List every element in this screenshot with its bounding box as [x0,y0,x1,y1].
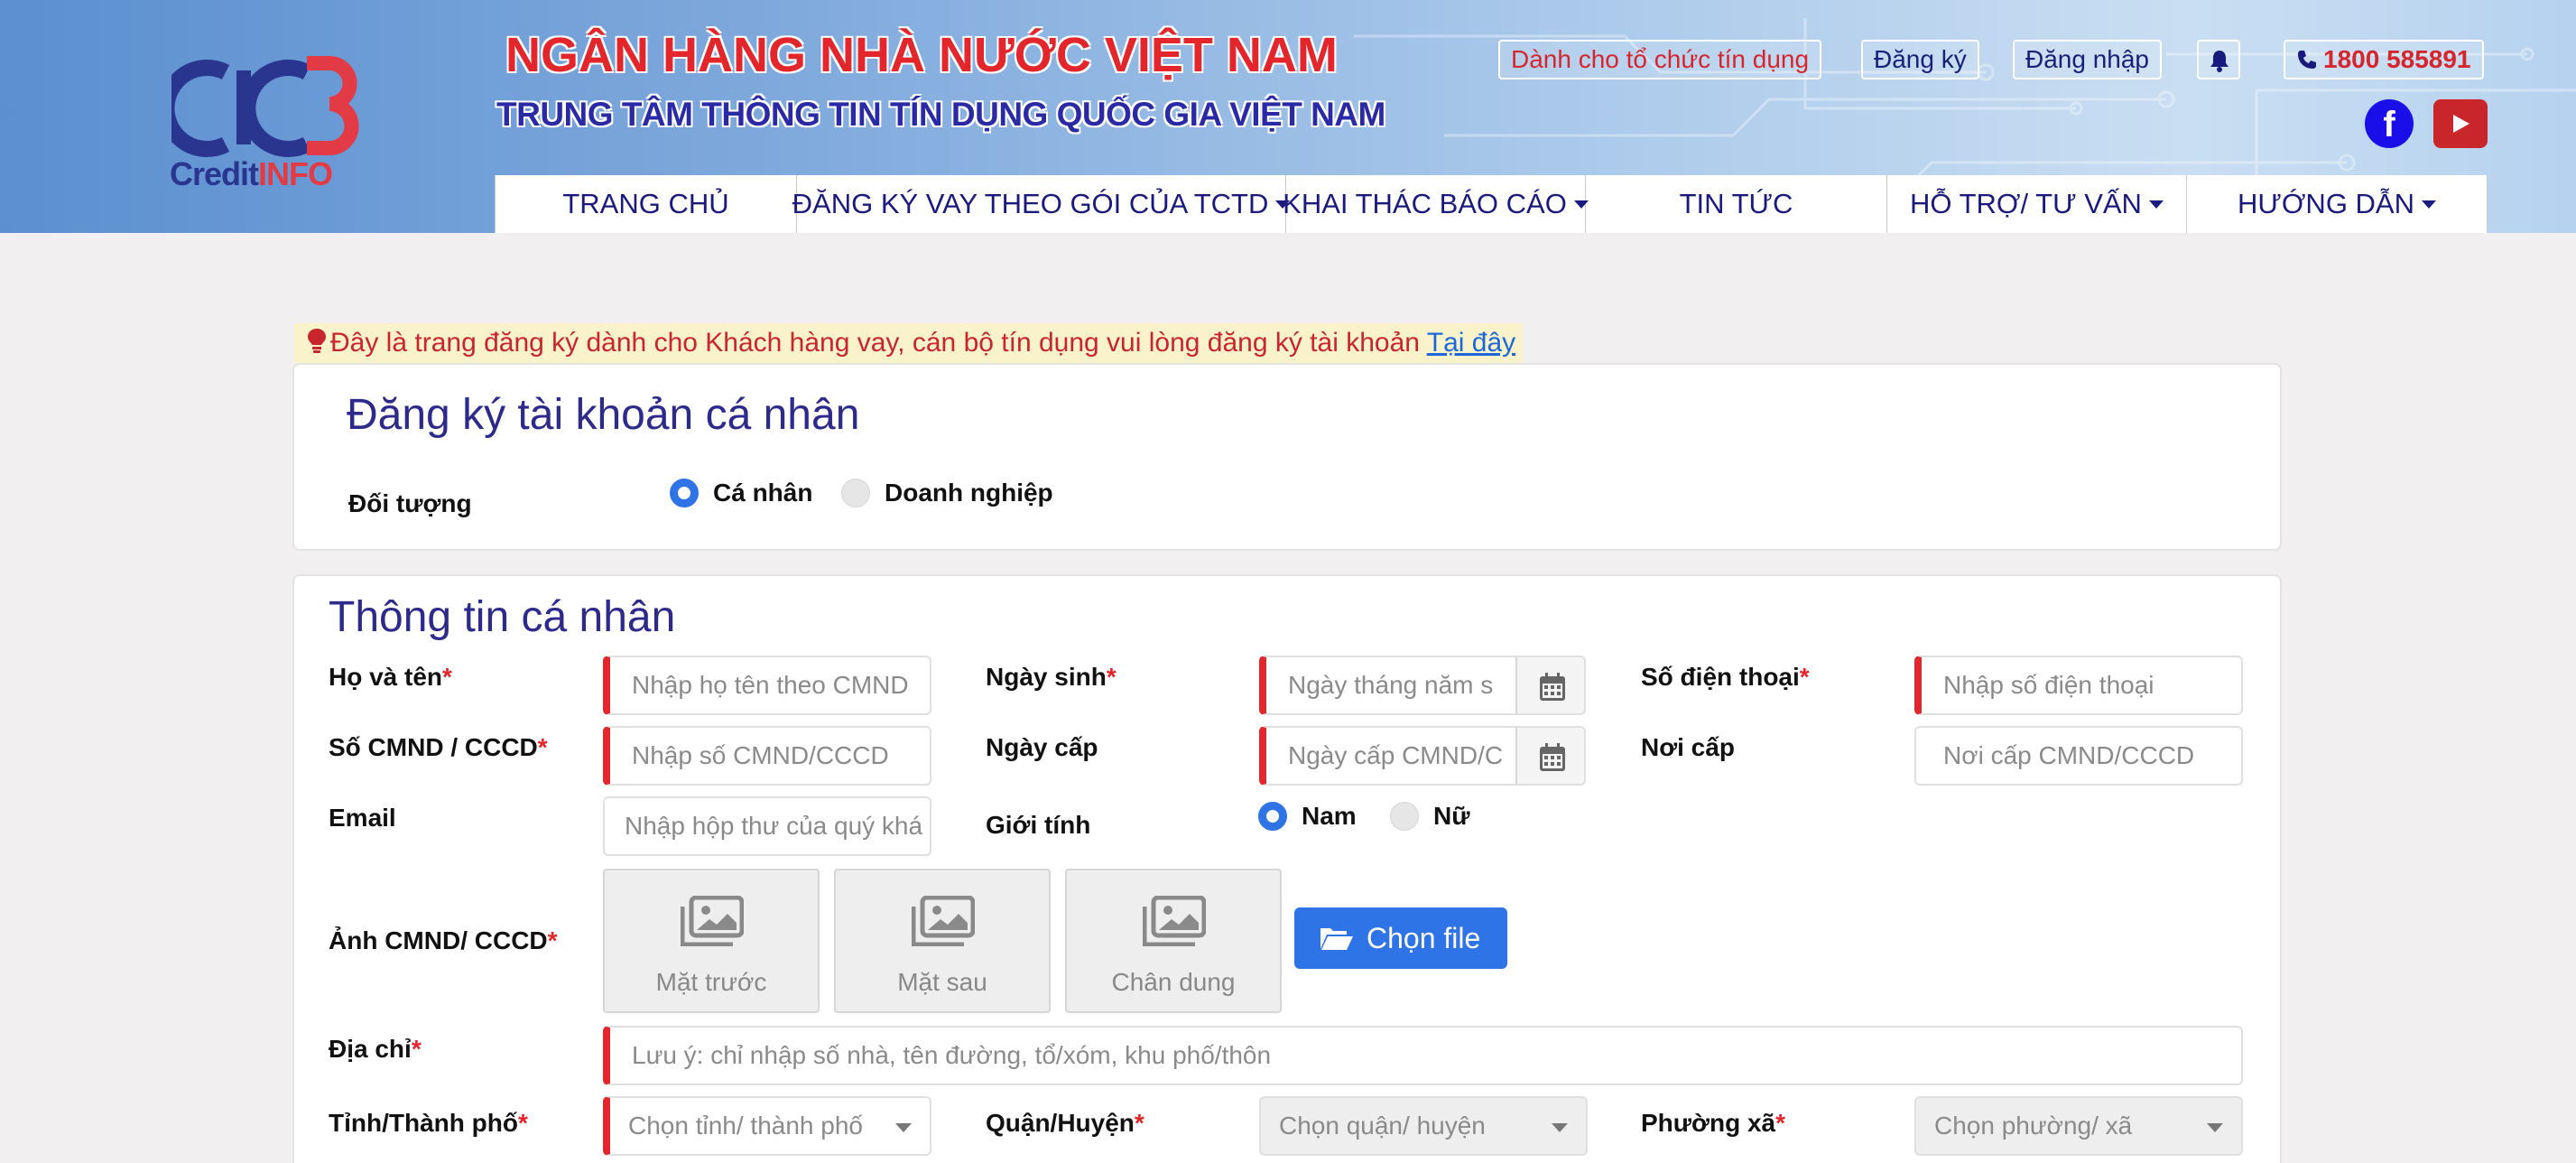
images-icon [1143,896,1206,946]
hotline-number: 1800 585891 [2323,45,2471,73]
images-icon [912,896,975,946]
folder-open-icon [1320,928,1353,950]
ward-select-value: Chọn phường/ xã [1934,1112,2133,1140]
photo-portrait-label: Chân dung [1111,968,1236,996]
issue-date-label: Ngày cấp [986,733,1098,761]
notice-text: Đây là trang đăng ký dành cho Khách hàng… [330,328,1427,358]
choose-file-label: Chọn file [1367,922,1481,954]
here-link[interactable]: Tại đây [1427,328,1515,358]
photo-portrait[interactable]: Chân dung [1065,869,1282,1013]
province-select[interactable]: Chọn tỉnh/ thành phố [603,1096,931,1156]
calendar-icon [1540,743,1565,771]
dob-input[interactable]: Ngày tháng năm s [1259,656,1517,715]
nav-reports[interactable]: KHAI THÁC BÁO CÁO [1283,175,1589,233]
photo-front[interactable]: Mặt trước [603,869,820,1013]
issue-place-label: Nơi cấp [1641,733,1735,761]
issue-date-input[interactable]: Ngày cấp CMND/C [1259,726,1517,786]
phone-icon [2298,51,2316,69]
gender-label: Giới tính [986,811,1091,839]
nav-news[interactable]: TIN TỨC [1586,175,1887,233]
address-input[interactable]: Lưu ý: chỉ nhập số nhà, tên đường, tổ/xó… [603,1026,2243,1085]
register-button[interactable]: Đăng ký [1861,40,1979,79]
subject-label: Đối tượng [348,489,472,517]
caret-down-icon [2422,200,2436,209]
personal-title: Thông tin cá nhân [329,593,676,641]
dob-label: Ngày sinh* [986,663,1117,691]
bank-title: NGÂN HÀNG NHÀ NƯỚC VIỆT NAM [505,28,1338,82]
province-label: Tỉnh/Thành phố* [329,1109,528,1137]
cic-logo-mark [171,56,359,157]
issue-place-input[interactable]: Nơi cấp CMND/CCCD [1914,726,2243,786]
fullname-input[interactable]: Nhập họ tên theo CMND [603,656,931,715]
notification-button[interactable] [2197,40,2240,79]
account-title: Đăng ký tài khoản cá nhân [347,391,860,439]
photo-back[interactable]: Mặt sau [834,869,1051,1013]
phone-label: Số điện thoại* [1641,663,1810,691]
id-photo-label: Ảnh CMND/ CCCD* [329,926,558,954]
dob-calendar-button[interactable] [1515,656,1586,715]
caret-down-icon [2148,200,2164,209]
cic-logo[interactable]: CreditINFO [164,54,363,199]
radio-business-label[interactable]: Doanh nghiệp [885,479,1053,507]
province-select-value: Chọn tỉnh/ thành phố [628,1112,863,1140]
calendar-icon [1540,673,1565,701]
nav-loan-register[interactable]: ĐĂNG KÝ VAY THEO GÓI CỦA TCTD [792,175,1291,233]
ward-select[interactable]: Chọn phường/ xã [1914,1096,2243,1156]
creditinfo-wordmark: CreditINFO [170,155,333,192]
radio-female[interactable] [1390,802,1419,831]
photo-front-label: Mặt trước [655,968,767,996]
nav-home[interactable]: TRANG CHỦ [496,175,797,233]
images-icon [681,896,744,946]
issue-date-calendar-button[interactable] [1515,726,1586,786]
photo-back-label: Mặt sau [897,968,987,996]
facebook-icon[interactable]: f [2365,99,2414,148]
radio-business[interactable] [841,479,870,507]
radio-female-label[interactable]: Nữ [1433,802,1470,831]
site-header: CreditINFO NGÂN HÀNG NHÀ NƯỚC VIỆT NAM T… [0,0,2576,233]
fullname-label: Họ và tên* [329,663,452,691]
district-select[interactable]: Chọn quận/ huyện [1259,1096,1588,1156]
idno-label: Số CMND / CCCD* [329,733,548,761]
district-label: Quận/Huyện* [986,1109,1144,1137]
email-label: Email [329,804,396,832]
login-button[interactable]: Đăng nhập [2013,40,2163,79]
chevron-down-icon [2207,1123,2223,1132]
radio-male[interactable] [1258,802,1287,831]
radio-male-label[interactable]: Nam [1302,802,1357,831]
center-subtitle: TRUNG TÂM THÔNG TIN TÍN DỤNG QUỐC GIA VI… [496,96,1385,133]
nav-guide[interactable]: HƯỚNG DẪN [2187,175,2488,233]
radio-individual[interactable] [670,479,699,507]
lightbulb-icon [308,329,326,353]
email-input[interactable]: Nhập hộp thư của quý khá [603,796,931,856]
choose-file-button[interactable]: Chọn file [1294,907,1507,969]
chevron-down-icon [1552,1123,1568,1132]
youtube-icon[interactable] [2433,99,2488,148]
main-nav: TRANG CHỦ ĐĂNG KÝ VAY THEO GÓI CỦA TCTD … [495,175,2488,233]
org-link-button[interactable]: Dành cho tổ chức tín dụng [1498,40,1822,79]
bell-icon [2210,51,2229,72]
notice-banner: Đây là trang đăng ký dành cho Khách hàng… [294,323,1524,363]
ward-label: Phường xã* [1641,1109,1785,1137]
idno-input[interactable]: Nhập số CMND/CCCD [603,726,931,786]
radio-individual-label[interactable]: Cá nhân [713,479,812,507]
address-label: Địa chỉ* [329,1035,422,1063]
chevron-down-icon [895,1123,912,1132]
district-select-value: Chọn quận/ huyện [1279,1112,1486,1140]
nav-support[interactable]: HỖ TRỢ/ TƯ VẤN [1887,175,2187,233]
hotline-button[interactable]: 1800 585891 [2284,40,2484,79]
account-type-panel: Đăng ký tài khoản cá nhân Đối tượng Cá n… [292,363,2282,551]
phone-input[interactable]: Nhập số điện thoại [1914,656,2243,715]
